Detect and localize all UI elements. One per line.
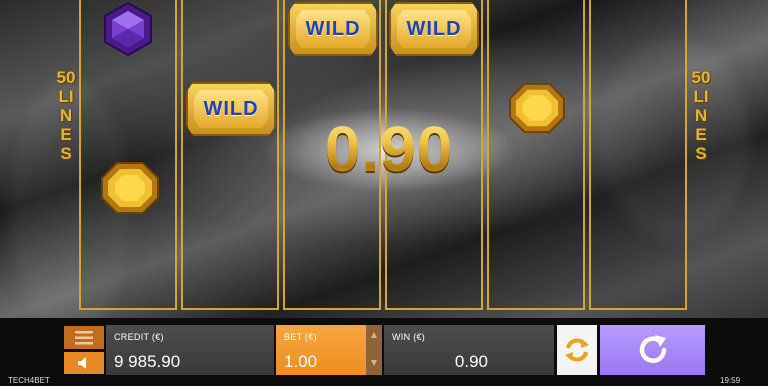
reel-6 (589, 0, 687, 310)
spin-button[interactable] (600, 325, 705, 375)
wild-symbol: WILD (186, 82, 276, 136)
win-label: WIN (€) (392, 332, 426, 342)
purple-gem-symbol (104, 2, 152, 56)
lines-label-text: 50 LINES (56, 68, 76, 163)
spin-icon (639, 335, 666, 363)
brand-label: TECH4BET (8, 376, 50, 385)
credit-value: 9 985.90 (114, 352, 181, 371)
menu-button[interactable] (64, 326, 104, 349)
reel-2 (181, 0, 279, 310)
bet-panel[interactable]: BET (€) 1.00 (276, 325, 366, 375)
wild-text: WILD (203, 97, 259, 120)
lines-label-text: 50 LINES (691, 68, 711, 163)
bet-stepper (366, 325, 382, 375)
win-value: 0.90 (454, 352, 488, 371)
wild-symbol: WILD (389, 2, 479, 56)
wild-text: WILD (406, 17, 462, 40)
bet-label: BET (€) (284, 332, 317, 342)
reel-5 (487, 0, 585, 310)
win-amount-display: 0.90 (296, 112, 482, 186)
autoplay-icon (565, 338, 589, 362)
credit-panel: CREDIT (€) 9 985.90 (106, 325, 274, 375)
bet-down-icon[interactable] (370, 359, 378, 367)
wild-symbol: WILD (288, 2, 378, 56)
wild-text: WILD (305, 17, 361, 40)
sound-button[interactable] (64, 352, 104, 374)
win-panel: WIN (€) 0.90 (384, 325, 554, 375)
lines-label-right: 50 LINES (691, 68, 711, 163)
gold-gem-symbol (101, 162, 159, 214)
gold-gem-symbol (509, 83, 565, 133)
clock-label: 19:59 (720, 376, 741, 385)
speaker-icon (78, 357, 86, 369)
bet-up-icon[interactable] (370, 331, 378, 339)
bet-value: 1.00 (284, 352, 318, 371)
menu-icon (75, 330, 93, 344)
autoplay-button[interactable] (557, 325, 597, 375)
lines-label-left: 50 LINES (56, 68, 76, 163)
credit-label: CREDIT (€) (114, 332, 164, 342)
